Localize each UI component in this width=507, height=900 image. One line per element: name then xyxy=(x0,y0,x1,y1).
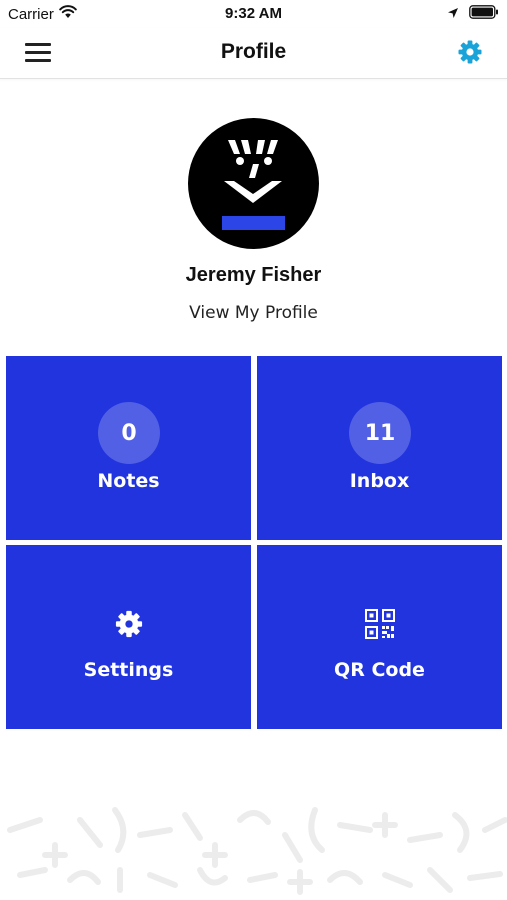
battery-icon xyxy=(469,5,499,23)
status-time: 9:32 AM xyxy=(225,5,282,22)
settings-tile-label: Settings xyxy=(83,659,174,681)
status-bar: Carrier 9:32 AM xyxy=(0,0,507,28)
notes-tile-label: Notes xyxy=(97,470,160,492)
qr-code-tile[interactable]: QR Code xyxy=(257,545,502,729)
status-right xyxy=(447,5,499,23)
settings-tile[interactable]: Settings xyxy=(6,545,251,729)
navigation-bar: Profile xyxy=(0,28,507,79)
qr-code-icon xyxy=(363,607,397,641)
notes-tile[interactable]: 0 Notes xyxy=(6,356,251,540)
qr-code-tile-label: QR Code xyxy=(334,659,425,681)
decorative-doodle-background xyxy=(0,790,507,900)
gear-icon[interactable] xyxy=(457,39,483,65)
profile-screen: Carrier 9:32 AM Profile Jeremy Fisher Vi… xyxy=(0,0,507,900)
inbox-count-badge: 11 xyxy=(349,402,411,464)
notes-count-badge: 0 xyxy=(98,402,160,464)
gear-icon xyxy=(112,607,146,641)
avatar[interactable] xyxy=(188,118,319,249)
inbox-tile[interactable]: 11 Inbox xyxy=(257,356,502,540)
inbox-tile-label: Inbox xyxy=(349,470,410,492)
view-profile-link[interactable]: View My Profile xyxy=(0,303,507,323)
profile-name: Jeremy Fisher xyxy=(185,264,322,286)
location-arrow-icon xyxy=(447,6,459,23)
page-title: Profile xyxy=(220,40,287,63)
